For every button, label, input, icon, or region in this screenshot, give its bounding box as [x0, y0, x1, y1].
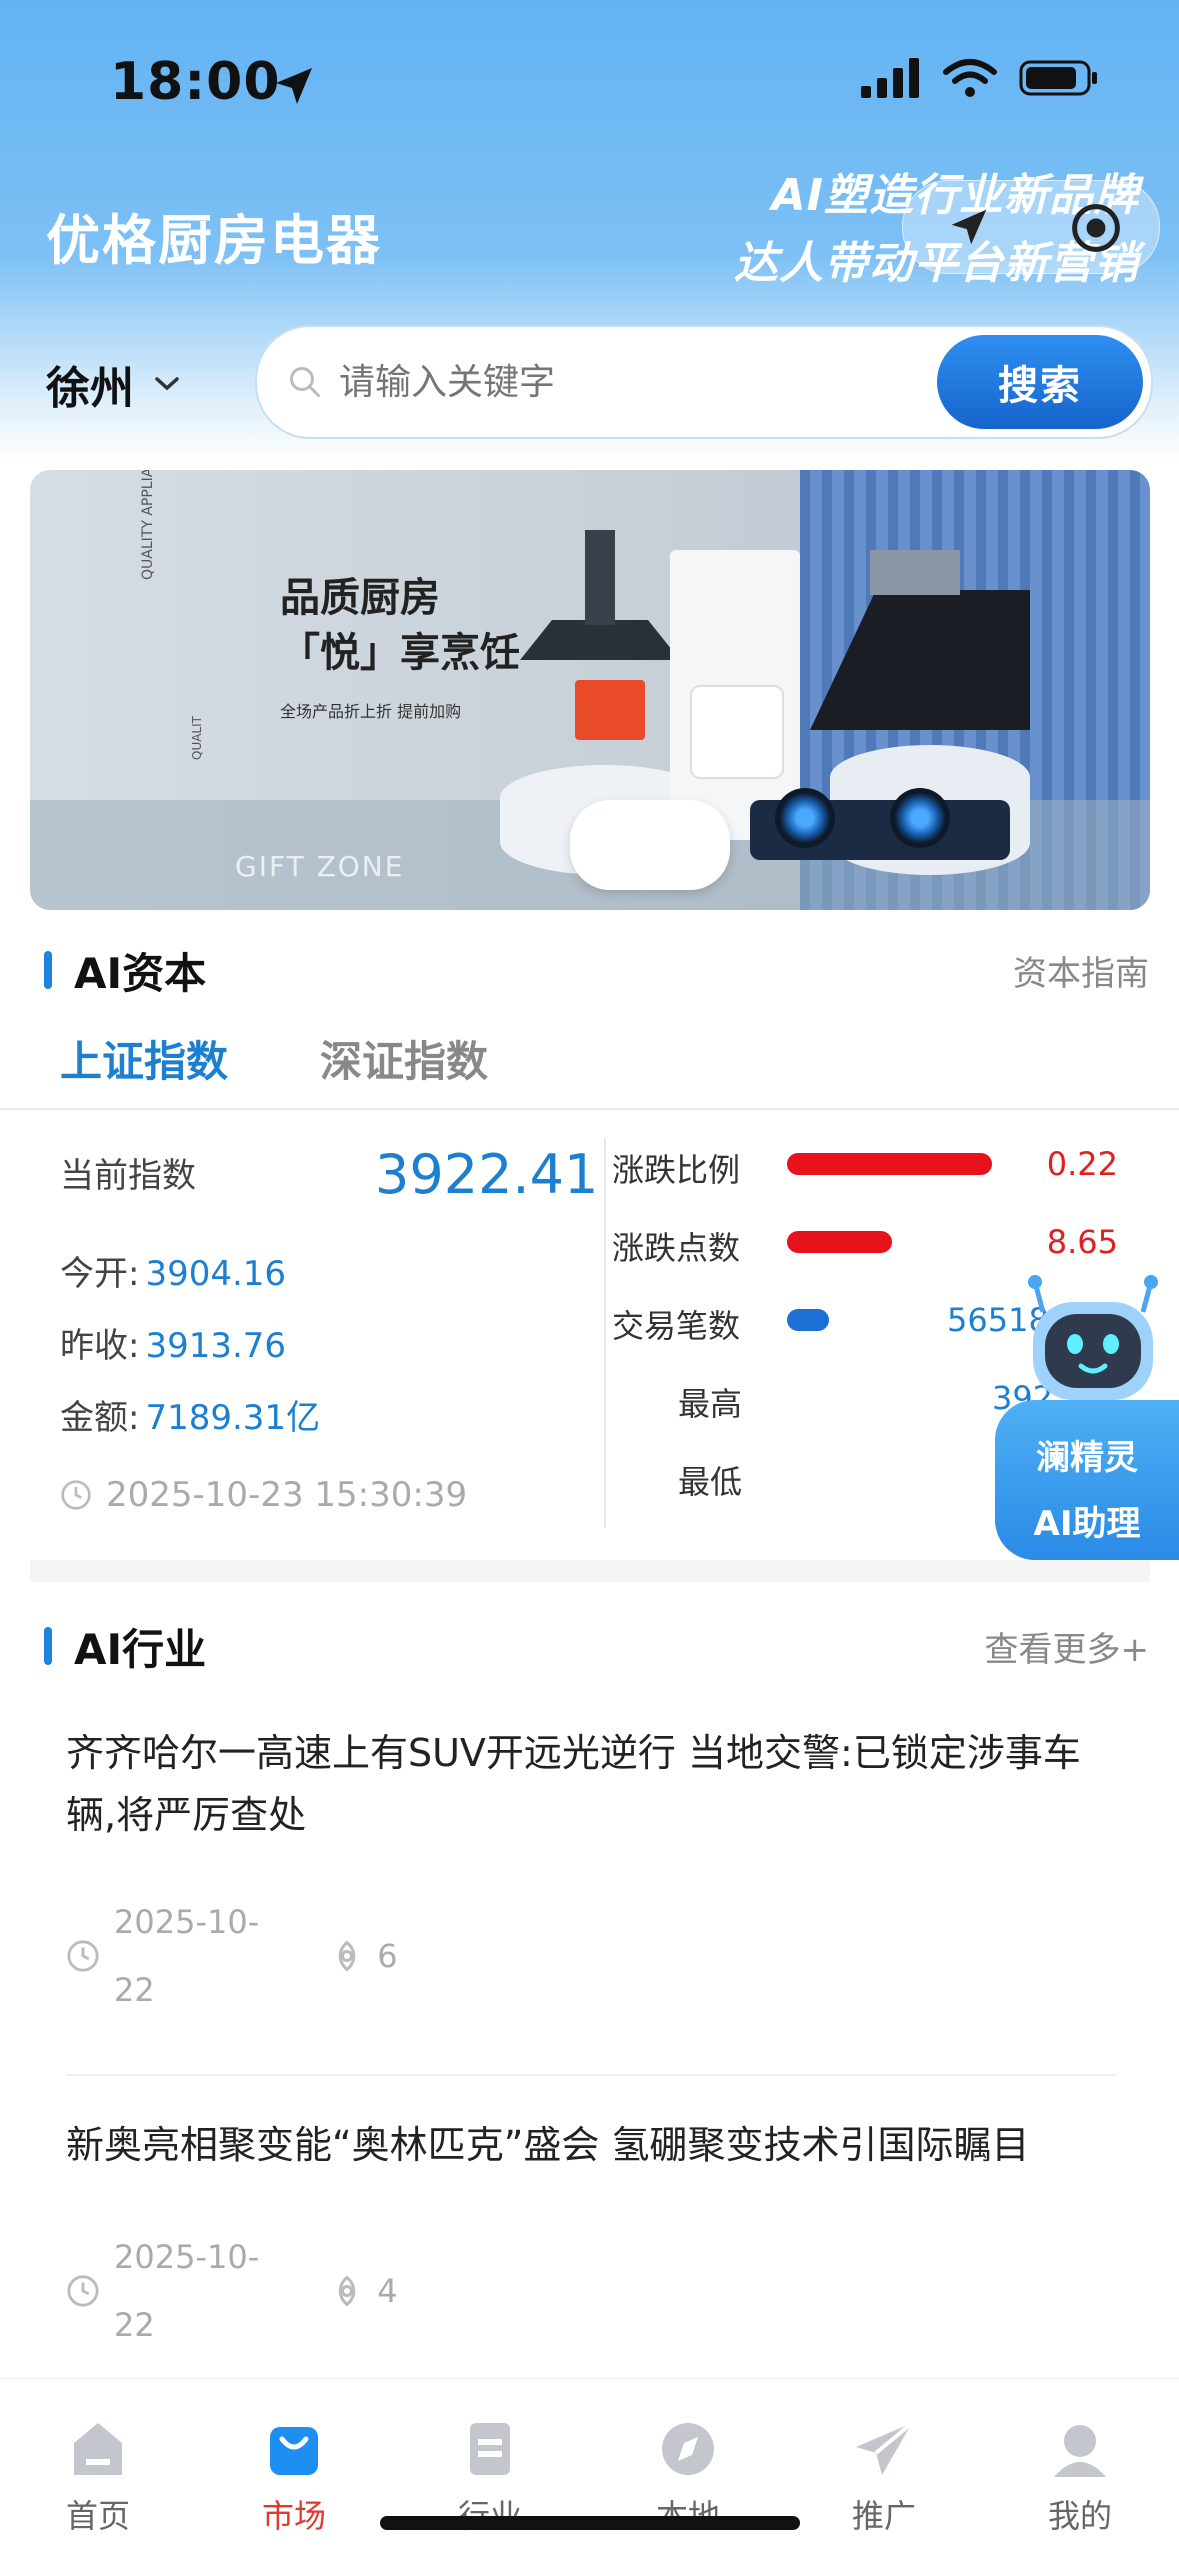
target-icon[interactable]: [1069, 201, 1123, 255]
range-hood-image: [520, 620, 680, 660]
news-item[interactable]: 齐齐哈尔一高速上有SUV开远光逆行 当地交警:已锁定涉事车辆,将严厉查处: [66, 1722, 1116, 1846]
clock-icon: [67, 1940, 99, 1972]
news-views: 4: [377, 2272, 398, 2310]
timestamp: 2025-10-23 15:30:39: [106, 1475, 468, 1515]
section-accent-bar: [44, 951, 52, 989]
heater-image: [690, 685, 784, 779]
change-ratio-value: 0.22: [1046, 1145, 1118, 1183]
water-heater-image: [575, 680, 645, 740]
search-input[interactable]: [337, 360, 921, 404]
user-icon: [1054, 2425, 1106, 2477]
open-price: 今开: 3904.16: [60, 1254, 287, 1294]
burner-flame: [890, 788, 950, 848]
high-label: 最高: [678, 1385, 743, 1423]
nav-label: 本地: [618, 2491, 758, 2537]
burner-flame: [775, 788, 835, 848]
change-points-label: 涨跌点数: [612, 1229, 741, 1267]
battery-icon: [1019, 60, 1097, 96]
bottom-nav: 首页 市场 行业 本地 推广 我的: [0, 2378, 1179, 2557]
news-meta: 2025-10- 22 4: [66, 2223, 398, 2359]
side-hood-top: [870, 550, 960, 595]
banner-headline-2: 「悦」享烹饪: [280, 630, 520, 676]
nav-label: 行业: [420, 2491, 560, 2537]
industry-more-link[interactable]: 查看更多+: [985, 1622, 1150, 1671]
mini-program-capsule: [902, 180, 1160, 274]
trade-count-bar: [787, 1309, 829, 1331]
banner-side-text-2: QUALIT: [190, 716, 204, 760]
home-indicator: [380, 2516, 800, 2530]
range-hood-chimney: [585, 530, 615, 625]
change-ratio-bar: [787, 1153, 992, 1175]
signal-icon: [861, 58, 919, 98]
eye-icon: [339, 1940, 356, 1972]
banner-subline: 全场产品折上折 提前加购: [280, 702, 462, 721]
home-icon: [74, 2423, 122, 2475]
news-date: 2025-10- 22: [114, 2238, 260, 2344]
nav-label: 市场: [261, 2497, 326, 2535]
nav-label: 首页: [65, 2497, 130, 2535]
paper-plane-icon: [856, 2421, 914, 2475]
prev-close: 昨收: 3913.76: [60, 1326, 287, 1366]
industry-title: AI行业: [74, 1625, 207, 1674]
nav-market[interactable]: 市场: [224, 2419, 364, 2537]
nav-home[interactable]: 首页: [28, 2419, 168, 2537]
banner-side-text: QUALITY APPLIANCES: [140, 470, 156, 580]
status-time: 18:00: [110, 52, 281, 112]
robot-mascot-icon[interactable]: [1015, 1272, 1171, 1404]
news-item[interactable]: 新奥亮相聚变能“奥林匹克”盛会 氢硼聚变技术引国际瞩目: [66, 2114, 1116, 2176]
clock-icon: [61, 1480, 91, 1510]
tab-shanghai-index[interactable]: 上证指数: [60, 1028, 228, 1089]
change-points-value: 8.65: [1046, 1223, 1118, 1261]
news-views: 6: [377, 1937, 398, 1975]
news-title: 新奥亮相聚变能“奥林匹克”盛会 氢硼聚变技术引国际瞩目: [66, 2123, 1030, 2167]
news-date: 2025-10- 22: [114, 1903, 260, 2009]
search-bar: 搜索: [255, 325, 1153, 439]
search-icon: [290, 367, 320, 397]
banner-headline-1: 品质厨房: [280, 575, 440, 621]
search-button[interactable]: 搜索: [937, 335, 1143, 429]
promo-banner[interactable]: QUALITY APPLIANCES QUALIT 品质厨房 「悦」享烹饪 全场…: [30, 470, 1150, 910]
nav-promote[interactable]: 推广: [814, 2419, 954, 2537]
news-meta: 2025-10- 22 6: [66, 1888, 398, 2024]
city-name: 徐州: [46, 363, 134, 414]
capital-guide-link[interactable]: 资本指南: [1013, 946, 1149, 995]
banner-footer-text: GIFT ZONE: [235, 850, 405, 883]
eye-icon: [339, 2275, 356, 2307]
wifi-icon: [943, 59, 997, 97]
compass-icon: [662, 2423, 714, 2475]
news-title: 齐齐哈尔一高速上有SUV开远光逆行 当地交警:已锁定涉事车辆,将严厉查处: [66, 1731, 1081, 1837]
change-points-bar: [787, 1231, 892, 1253]
app-title: 优格厨房电器: [46, 209, 382, 272]
location-arrow-icon[interactable]: [943, 201, 995, 253]
ai-assistant-button[interactable]: 澜精灵 AI助理: [995, 1400, 1179, 1560]
location-arrow-icon: [276, 68, 312, 104]
tab-divider: [0, 1108, 1179, 1110]
timestamp-row: 2025-10-23 15:30:39: [60, 1475, 467, 1515]
current-index-label: 当前指数: [60, 1156, 196, 1196]
tab-shenzhen-index[interactable]: 深证指数: [320, 1028, 488, 1089]
current-index-value: 3922.41: [375, 1143, 599, 1206]
nav-label: 推广: [851, 2497, 916, 2535]
clock-icon: [67, 2275, 99, 2307]
low-label: 最低: [678, 1463, 743, 1501]
section-separator: [30, 1560, 1150, 1582]
city-selector[interactable]: 徐州: [46, 352, 182, 416]
capital-title: AI资本: [74, 949, 207, 998]
nav-profile[interactable]: 我的: [1010, 2419, 1150, 2537]
section-accent-bar: [44, 1627, 52, 1665]
chevron-down-icon: [155, 377, 179, 391]
status-icons: [861, 58, 1099, 98]
trade-count-label: 交易笔数: [612, 1307, 741, 1345]
ai-assistant-subtitle: AI助理: [1033, 1504, 1141, 1544]
change-ratio-label: 涨跌比例: [612, 1151, 741, 1189]
shopping-bag-icon: [270, 2427, 318, 2475]
nav-label: 我的: [1047, 2497, 1112, 2535]
stats-divider: [604, 1138, 606, 1528]
news-divider: [66, 2074, 1116, 2076]
water-tank-image: [570, 800, 730, 890]
document-icon: [470, 2423, 510, 2475]
trade-amount: 金额: 7189.31亿: [60, 1398, 321, 1438]
ai-assistant-name: 澜精灵: [1036, 1438, 1138, 1478]
